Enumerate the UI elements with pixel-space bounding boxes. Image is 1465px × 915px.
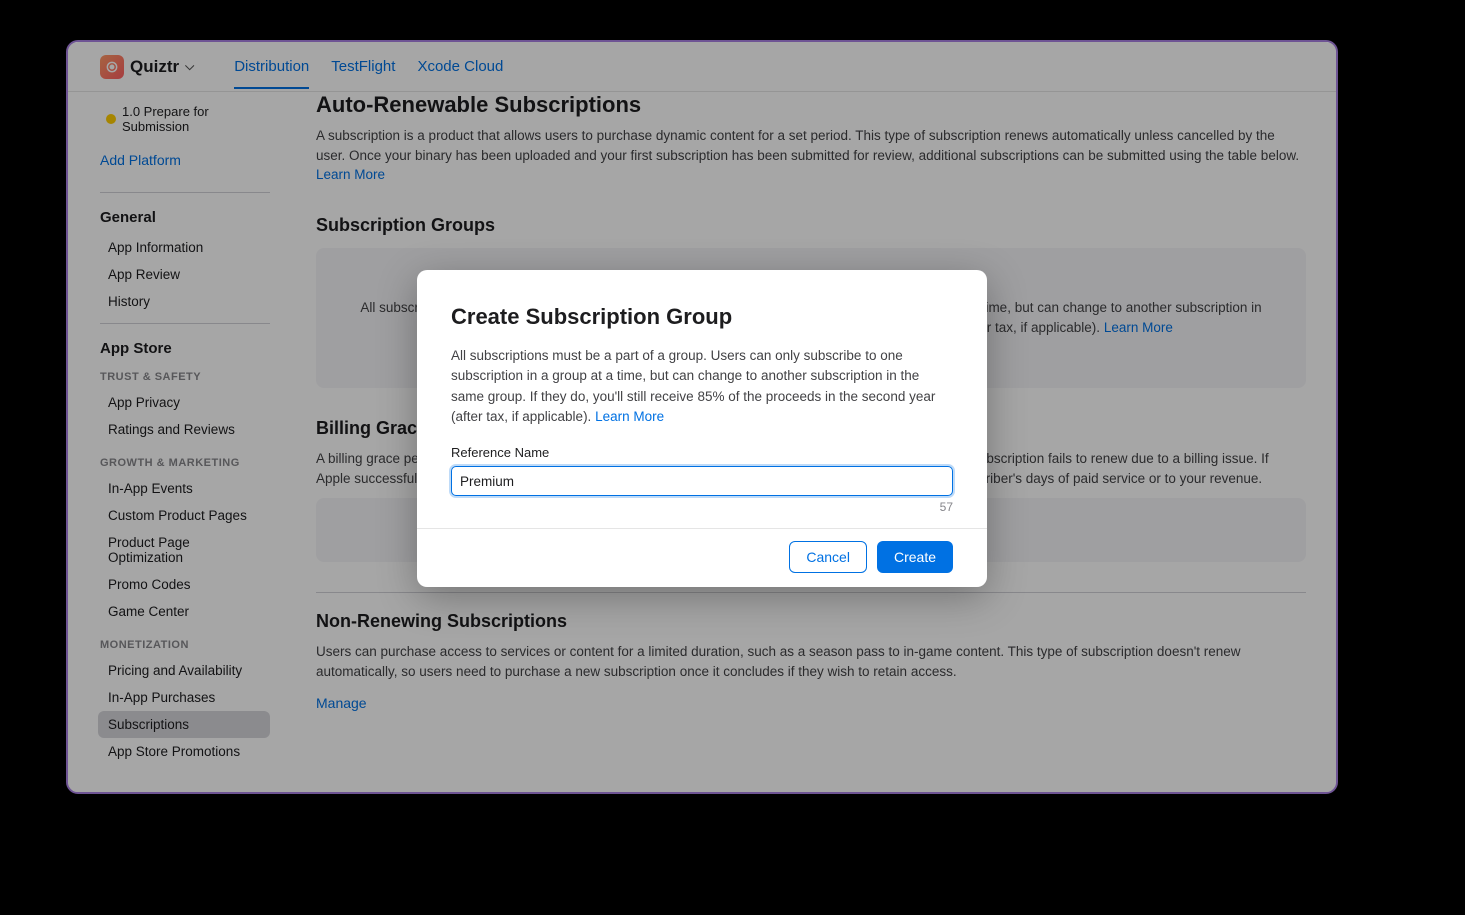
- reference-name-input[interactable]: [451, 466, 953, 496]
- char-count: 57: [451, 500, 953, 514]
- reference-name-label: Reference Name: [451, 445, 953, 460]
- create-subscription-group-modal: Create Subscription Group All subscripti…: [417, 270, 987, 587]
- modal-description: All subscriptions must be a part of a gr…: [451, 346, 953, 427]
- modal-overlay[interactable]: Create Subscription Group All subscripti…: [68, 42, 1336, 792]
- modal-footer: Cancel Create: [417, 528, 987, 587]
- modal-title: Create Subscription Group: [451, 304, 953, 330]
- cancel-button[interactable]: Cancel: [789, 541, 867, 573]
- app-window: Quiztr ⌵ Distribution TestFlight Xcode C…: [66, 40, 1338, 794]
- learn-more-link[interactable]: Learn More: [595, 409, 664, 424]
- create-button[interactable]: Create: [877, 541, 953, 573]
